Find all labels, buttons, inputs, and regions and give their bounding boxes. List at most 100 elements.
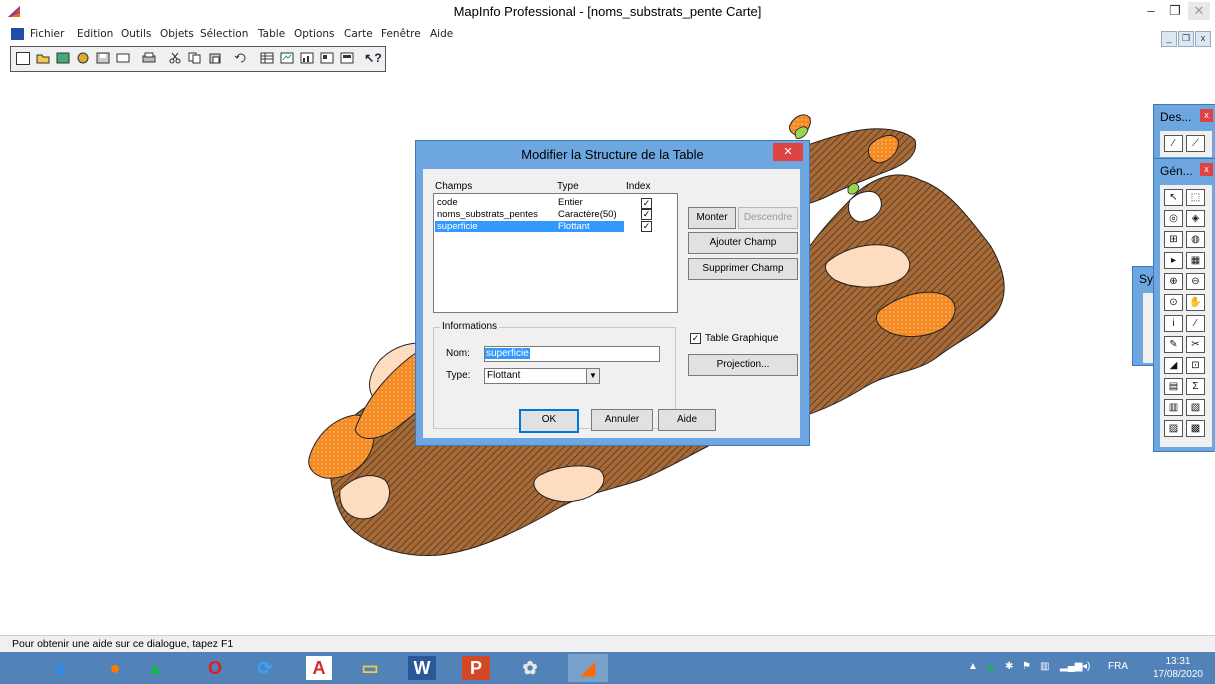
projection-button[interactable]: Projection...: [688, 354, 798, 376]
clip-region-icon[interactable]: ▥: [1164, 399, 1183, 416]
index-checkbox[interactable]: ✓: [641, 221, 652, 232]
reshape-icon[interactable]: ▨: [1164, 420, 1183, 437]
close-button[interactable]: ✕: [1188, 2, 1210, 20]
field-name-input[interactable]: superficie: [484, 346, 660, 362]
volume-icon[interactable]: ◂): [1082, 661, 1090, 672]
minimize-button[interactable]: –: [1140, 2, 1162, 20]
new-graph-icon[interactable]: [298, 49, 316, 67]
label-tool-icon[interactable]: ✎: [1164, 336, 1183, 353]
boundary-select-icon[interactable]: ⊞: [1164, 231, 1183, 248]
cancel-button[interactable]: Annuler: [591, 409, 653, 431]
statistics-icon[interactable]: Σ: [1186, 378, 1205, 395]
select-tool-icon[interactable]: ↖: [1164, 189, 1183, 206]
paste-icon[interactable]: [206, 49, 224, 67]
copy-icon[interactable]: [186, 49, 204, 67]
tray-arcgis-icon[interactable]: ▲: [985, 659, 997, 673]
menu-aide[interactable]: Aide: [430, 28, 453, 40]
ruler-icon[interactable]: ⊡: [1186, 357, 1205, 374]
mdi-minimize-button[interactable]: _: [1161, 31, 1177, 47]
cut-icon[interactable]: [166, 49, 184, 67]
menu-selection[interactable]: Sélection: [200, 28, 248, 40]
field-row-selected[interactable]: superficie Flottant: [435, 221, 624, 232]
descendre-button[interactable]: Descendre: [738, 207, 798, 229]
restore-button[interactable]: ❐: [1164, 2, 1186, 20]
new-layout-icon[interactable]: [318, 49, 336, 67]
open-dbms-icon[interactable]: [74, 49, 92, 67]
word-icon[interactable]: W: [408, 656, 436, 680]
general-palette-close-button[interactable]: x: [1200, 163, 1213, 176]
signal-icon[interactable]: ▂▄▆: [1060, 661, 1082, 672]
checkbox-box[interactable]: ✓: [690, 333, 701, 344]
drawing-palette-close-button[interactable]: x: [1200, 109, 1213, 122]
chevron-down-icon[interactable]: ▼: [586, 369, 599, 383]
line-tool-icon[interactable]: ⁄: [1164, 135, 1183, 152]
ok-button[interactable]: OK: [519, 409, 579, 433]
add-field-button[interactable]: Ajouter Champ: [688, 232, 798, 254]
polyline-tool-icon[interactable]: ⟋: [1186, 135, 1205, 152]
delete-field-button[interactable]: Supprimer Champ: [688, 258, 798, 280]
menu-options[interactable]: Options: [294, 28, 335, 40]
polygon-select-icon[interactable]: ◈: [1186, 210, 1205, 227]
invert-select-icon[interactable]: ◍: [1186, 231, 1205, 248]
new-redistricter-icon[interactable]: [338, 49, 356, 67]
drag-window-icon[interactable]: ✂: [1186, 336, 1205, 353]
set-target-icon[interactable]: ▧: [1186, 399, 1205, 416]
paint-icon[interactable]: ✿: [510, 654, 550, 682]
unselect-icon[interactable]: ▸: [1164, 252, 1183, 269]
firefox-icon[interactable]: ●: [95, 654, 135, 682]
menu-outils[interactable]: Outils: [121, 28, 151, 40]
menu-edition[interactable]: Edition: [77, 28, 113, 40]
zoom-out-icon[interactable]: ⊖: [1186, 273, 1205, 290]
aide-button[interactable]: Aide: [658, 409, 716, 431]
mdi-restore-button[interactable]: ❐: [1178, 31, 1194, 47]
dialog-close-button[interactable]: ✕: [773, 143, 803, 161]
menu-carte[interactable]: Carte: [344, 28, 373, 40]
print-icon[interactable]: [140, 49, 158, 67]
arcgis-icon[interactable]: ▲: [135, 654, 175, 682]
open-workspace-icon[interactable]: [54, 49, 72, 67]
mdi-close-button[interactable]: x: [1195, 31, 1211, 47]
file-explorer-icon[interactable]: ▭: [350, 654, 390, 682]
acrobat-icon[interactable]: A: [306, 656, 332, 680]
field-row[interactable]: noms_substrats_pentes Caractère(50): [435, 209, 624, 220]
hotlink-icon[interactable]: ⁄: [1186, 315, 1205, 332]
opera-icon[interactable]: O: [195, 654, 235, 682]
index-checkbox[interactable]: ✓: [641, 209, 652, 220]
new-browser-icon[interactable]: [258, 49, 276, 67]
save-copy-icon[interactable]: [114, 49, 132, 67]
network-icon[interactable]: ▥: [1040, 661, 1049, 672]
menu-table[interactable]: Table: [258, 28, 285, 40]
language-indicator[interactable]: FRA: [1108, 661, 1128, 672]
clock[interactable]: 13:31 17/08/2020: [1153, 655, 1203, 681]
marquee-select-icon[interactable]: ⬚: [1186, 189, 1205, 206]
field-type-select[interactable]: Flottant ▼: [484, 368, 600, 384]
graph-select-icon[interactable]: ▦: [1186, 252, 1205, 269]
mapinfo-taskbar-icon[interactable]: ◢: [568, 654, 608, 682]
monter-button[interactable]: Monter: [688, 207, 736, 229]
info-tool-icon[interactable]: i: [1164, 315, 1183, 332]
open-icon[interactable]: [34, 49, 52, 67]
zoom-in-icon[interactable]: ⊕: [1164, 273, 1183, 290]
powerpoint-icon[interactable]: P: [462, 656, 490, 680]
layer-control-icon[interactable]: ◢: [1164, 357, 1183, 374]
menu-fichier[interactable]: Fichier: [30, 28, 64, 40]
index-checkbox[interactable]: ✓: [641, 198, 652, 209]
field-row[interactable]: code Entier: [435, 197, 624, 208]
table-graphique-checkbox[interactable]: ✓ Table Graphique: [690, 333, 778, 344]
change-view-icon[interactable]: ⊙: [1164, 294, 1183, 311]
new-icon[interactable]: [14, 49, 32, 67]
sync-icon[interactable]: ⟳: [245, 654, 285, 682]
legend-icon[interactable]: ▤: [1164, 378, 1183, 395]
menu-objets[interactable]: Objets: [160, 28, 194, 40]
save-icon[interactable]: [94, 49, 112, 67]
radius-select-icon[interactable]: ◎: [1164, 210, 1183, 227]
help-icon[interactable]: ↖?: [364, 49, 382, 67]
flag-icon[interactable]: ⚑: [1022, 661, 1031, 672]
ie-icon[interactable]: e: [40, 654, 80, 682]
add-node-icon[interactable]: ▩: [1186, 420, 1205, 437]
bluetooth-icon[interactable]: ✱: [1005, 661, 1013, 672]
grabber-icon[interactable]: ✋: [1186, 294, 1205, 311]
fields-list[interactable]: code Entier ✓ noms_substrats_pentes Cara…: [433, 193, 678, 313]
tray-chevron-icon[interactable]: ▲: [968, 661, 978, 672]
menu-fenetre[interactable]: Fenêtre: [381, 28, 421, 40]
